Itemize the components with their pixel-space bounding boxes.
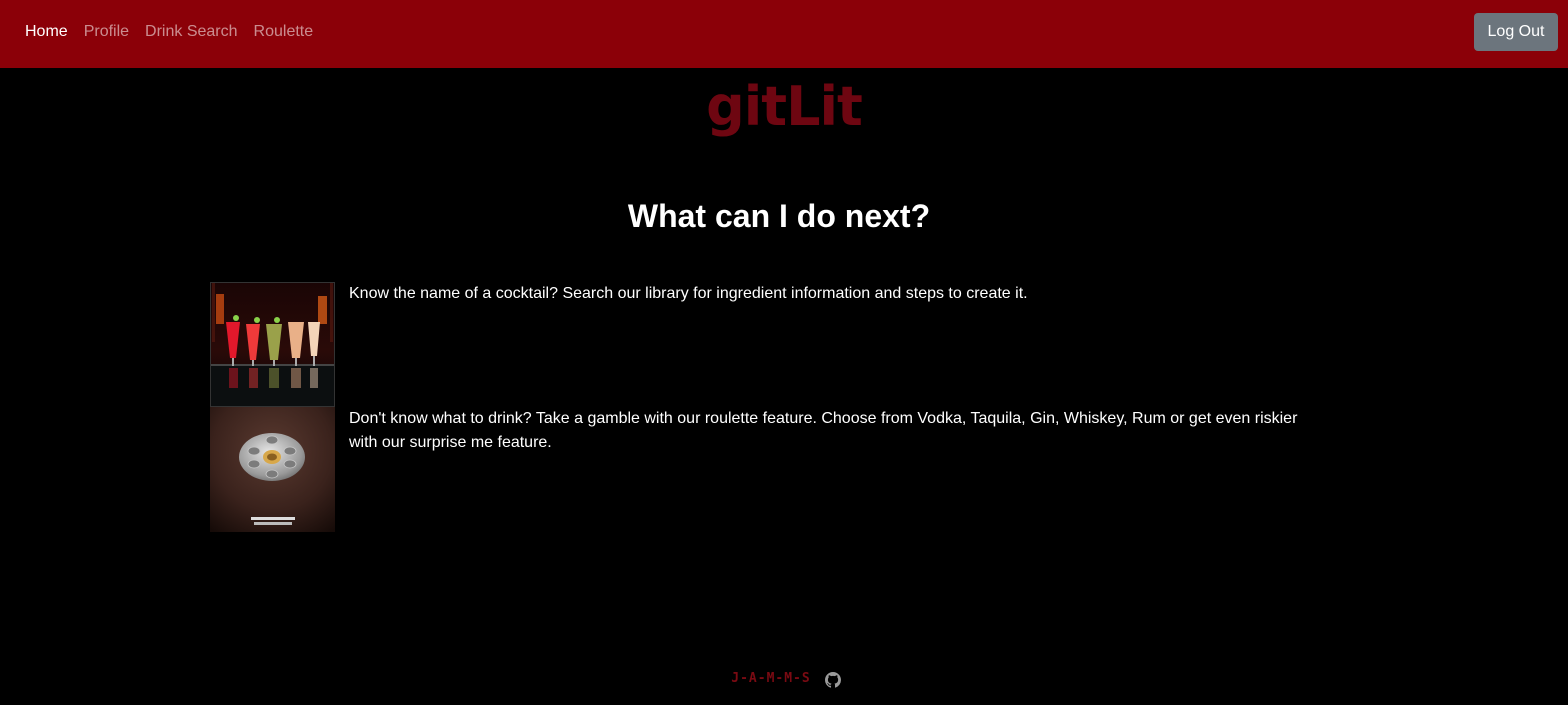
footer: J-A-M-M-S	[0, 665, 1568, 691]
footer-brand: J-A-M-M-S	[731, 670, 811, 686]
nav-links: Home Profile Drink Search Roulette	[25, 0, 313, 64]
feature-drink-search-text: Know the name of a cocktail? Search our …	[349, 285, 1028, 302]
logout-button[interactable]: Log Out	[1474, 13, 1558, 51]
shot-roulette-image[interactable]	[210, 407, 335, 532]
nav-roulette-link[interactable]: Roulette	[254, 24, 314, 40]
feature-roulette-text: Don't know what to drink? Take a gamble …	[349, 410, 1298, 451]
feature-drink-search: Know the name of a cocktail? Search our …	[210, 282, 1340, 407]
navbar: Home Profile Drink Search Roulette Log O…	[0, 0, 1568, 68]
nav-home-link[interactable]: Home	[25, 24, 68, 40]
github-icon-glyph	[824, 671, 841, 688]
nav-drink-search-link[interactable]: Drink Search	[145, 24, 237, 40]
feature-roulette: Don't know what to drink? Take a gamble …	[210, 407, 1340, 532]
page-heading: What can I do next?	[627, 198, 931, 234]
cocktail-glasses-image[interactable]	[210, 282, 335, 407]
nav-profile-link[interactable]: Profile	[84, 24, 129, 40]
cocktail-glasses-picture	[210, 282, 335, 407]
github-icon[interactable]	[824, 671, 841, 688]
shot-roulette-picture	[210, 407, 335, 532]
brand-logo: gitLit	[706, 75, 863, 138]
